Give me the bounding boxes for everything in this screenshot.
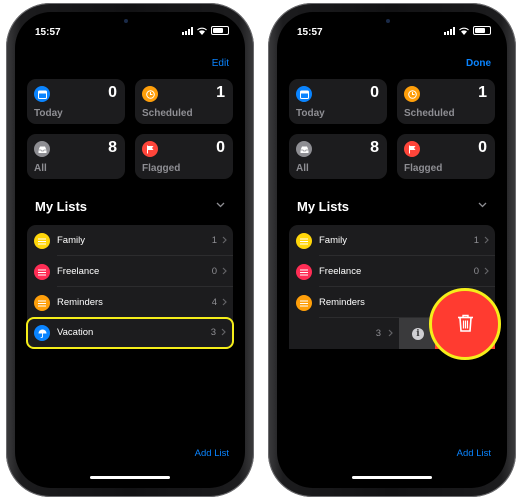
tile-flagged[interactable]: 0 Flagged [397, 134, 495, 179]
today-count: 0 [370, 84, 379, 101]
umbrella-icon [34, 325, 50, 341]
list-icon [296, 264, 312, 280]
my-lists-title: My Lists [297, 199, 350, 214]
flagged-count: 0 [216, 139, 225, 156]
today-label: Today [296, 108, 325, 119]
list-item-vacation[interactable]: Vacation 3 [26, 317, 234, 349]
list-item-label: Family [57, 235, 85, 246]
screen-right: 15:57 Done 0 Today 1 Scheduled 8 All 0 F… [277, 12, 507, 488]
chevron-right-icon [222, 267, 227, 275]
all-count: 8 [108, 139, 117, 156]
list-item-family[interactable]: Family 1 [289, 225, 495, 256]
list-icon [34, 295, 50, 311]
list-item-family[interactable]: Family 1 [27, 225, 233, 256]
signal-icon [444, 26, 455, 35]
tile-scheduled[interactable]: 1 Scheduled [397, 79, 495, 124]
calendar-icon [34, 86, 50, 102]
status-time: 15:57 [35, 27, 61, 38]
status-time: 15:57 [297, 27, 323, 38]
phone-left: 15:57 Edit 0 Today 1 Scheduled 8 All 0 F… [6, 3, 254, 497]
screen-left: 15:57 Edit 0 Today 1 Scheduled 8 All 0 F… [15, 12, 245, 488]
chevron-right-icon [222, 298, 227, 306]
tile-today[interactable]: 0 Today [27, 79, 125, 124]
tray-icon [34, 141, 50, 157]
my-lists-title: My Lists [35, 199, 88, 214]
list-icon [34, 233, 50, 249]
list-item-count: 1 [473, 235, 479, 246]
signal-icon [182, 26, 193, 35]
status-icons [444, 26, 491, 35]
list-item-label: Vacation [57, 327, 94, 338]
chevron-right-icon [222, 236, 227, 244]
wifi-icon [197, 27, 207, 35]
list-item-freelance[interactable]: Freelance 0 [27, 256, 233, 287]
flagged-count: 0 [478, 139, 487, 156]
add-list-button[interactable]: Add List [195, 448, 229, 459]
done-button[interactable]: Done [466, 58, 491, 69]
today-label: Today [34, 108, 63, 119]
chevron-down-icon[interactable] [216, 202, 225, 208]
list-item-count: 3 [375, 328, 381, 339]
home-indicator [352, 476, 432, 479]
tile-all[interactable]: 8 All [27, 134, 125, 179]
list-item-count: 0 [473, 266, 479, 277]
list-item-label: Reminders [319, 297, 365, 308]
chevron-right-icon [484, 267, 489, 275]
list-item-label: Freelance [57, 266, 100, 277]
list-icon [296, 295, 312, 311]
list-item-count: 0 [211, 266, 217, 277]
delete-button[interactable] [429, 288, 501, 360]
trash-icon [458, 314, 473, 332]
tile-flagged[interactable]: 0 Flagged [135, 134, 233, 179]
battery-icon [473, 26, 491, 35]
tile-all[interactable]: 8 All [289, 134, 387, 179]
status-icons [182, 26, 229, 35]
battery-icon [211, 26, 229, 35]
list-item-freelance[interactable]: Freelance 0 [289, 256, 495, 287]
speaker [386, 19, 390, 23]
list-item-label: Freelance [319, 266, 362, 277]
all-count: 8 [370, 139, 379, 156]
chevron-right-icon [484, 236, 489, 244]
calendar-icon [296, 86, 312, 102]
list-item-reminders[interactable]: Reminders 4 [27, 287, 233, 318]
tile-today[interactable]: 0 Today [289, 79, 387, 124]
my-lists: Family 1 Freelance 0 Reminders 4 Vacatio… [26, 225, 234, 349]
clock-icon [142, 86, 158, 102]
list-item-label: Reminders [57, 297, 103, 308]
flagged-label: Flagged [404, 163, 443, 174]
scheduled-count: 1 [478, 84, 487, 101]
list-item-count: 4 [211, 297, 217, 308]
chevron-right-icon [221, 328, 226, 336]
add-list-button[interactable]: Add List [457, 448, 491, 459]
tray-icon [296, 141, 312, 157]
list-item-label: Family [319, 235, 347, 246]
flagged-label: Flagged [142, 163, 181, 174]
swiped-row-content[interactable]: 3 [289, 318, 399, 349]
edit-button[interactable]: Edit [212, 58, 229, 69]
info-icon: i [412, 327, 424, 340]
flag-icon [142, 141, 158, 157]
list-icon [34, 264, 50, 280]
home-indicator [90, 476, 170, 479]
clock-icon [404, 86, 420, 102]
scheduled-label: Scheduled [142, 108, 193, 119]
scheduled-count: 1 [216, 84, 225, 101]
notch [70, 12, 190, 34]
all-label: All [34, 163, 47, 174]
list-item-count: 1 [211, 235, 217, 246]
tile-scheduled[interactable]: 1 Scheduled [135, 79, 233, 124]
chevron-right-icon [388, 329, 393, 337]
chevron-down-icon[interactable] [478, 202, 487, 208]
all-label: All [296, 163, 309, 174]
today-count: 0 [108, 84, 117, 101]
list-item-count: 3 [210, 327, 216, 338]
flag-icon [404, 141, 420, 157]
notch [332, 12, 452, 34]
phone-right: 15:57 Done 0 Today 1 Scheduled 8 All 0 F… [268, 3, 516, 497]
list-icon [296, 233, 312, 249]
speaker [124, 19, 128, 23]
scheduled-label: Scheduled [404, 108, 455, 119]
wifi-icon [459, 27, 469, 35]
